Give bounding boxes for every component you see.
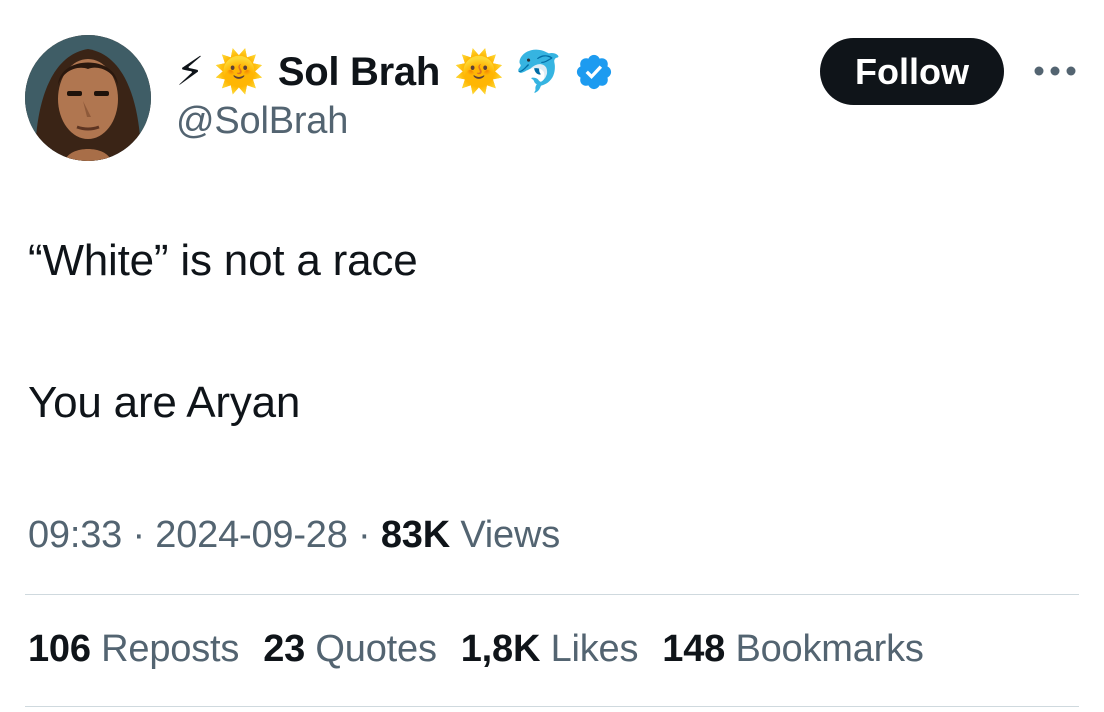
- author-handle[interactable]: @SolBrah: [176, 100, 348, 143]
- views-count: 83K: [380, 514, 450, 556]
- tweet-date[interactable]: 2024-09-28: [155, 514, 348, 556]
- quotes-count: 23: [263, 628, 306, 670]
- avatar-portrait-image: [25, 35, 151, 161]
- likes-stat[interactable]: 1,8K Likes: [461, 628, 639, 671]
- avatar[interactable]: [25, 35, 151, 161]
- tweet-time[interactable]: 09:33: [28, 514, 122, 556]
- tweet-text-line: “White” is not a race: [28, 236, 418, 285]
- dolphin-emoji-icon: 🐬: [513, 50, 564, 94]
- quotes-stat[interactable]: 23 Quotes: [263, 628, 437, 671]
- reposts-stat[interactable]: 106 Reposts: [28, 628, 239, 671]
- bookmarks-label: Bookmarks: [735, 628, 924, 670]
- reposts-count: 106: [28, 628, 91, 670]
- more-options-icon[interactable]: [1030, 55, 1080, 87]
- verified-badge-icon[interactable]: [574, 52, 614, 92]
- follow-button[interactable]: Follow: [820, 38, 1004, 105]
- sun-face-emoji-icon: 🌞: [214, 50, 264, 94]
- likes-label: Likes: [550, 628, 639, 670]
- likes-count: 1,8K: [460, 628, 541, 670]
- meta-separator: ·: [122, 514, 156, 556]
- reposts-label: Reposts: [101, 628, 240, 670]
- quotes-label: Quotes: [315, 628, 437, 670]
- lightning-emoji-icon: ⚡: [176, 50, 205, 94]
- divider: [25, 706, 1079, 707]
- bookmarks-count: 148: [662, 628, 726, 670]
- views-label: Views: [460, 514, 560, 556]
- engagement-stats: 106 Reposts 23 Quotes 1,8K Likes 148 Boo…: [28, 628, 924, 671]
- tweet-metadata: 09:33 · 2024-09-28 · 83K Views: [28, 514, 560, 557]
- meta-separator: ·: [347, 514, 381, 556]
- divider: [25, 594, 1079, 595]
- bookmarks-stat[interactable]: 148 Bookmarks: [662, 628, 924, 671]
- author-name-row[interactable]: ⚡ 🌞 Sol Brah 🌞 🐬: [176, 42, 614, 102]
- author-display-name[interactable]: Sol Brah: [278, 50, 440, 95]
- sun-face-emoji-icon: 🌞: [453, 50, 504, 94]
- tweet-text-line: You are Aryan: [28, 378, 301, 427]
